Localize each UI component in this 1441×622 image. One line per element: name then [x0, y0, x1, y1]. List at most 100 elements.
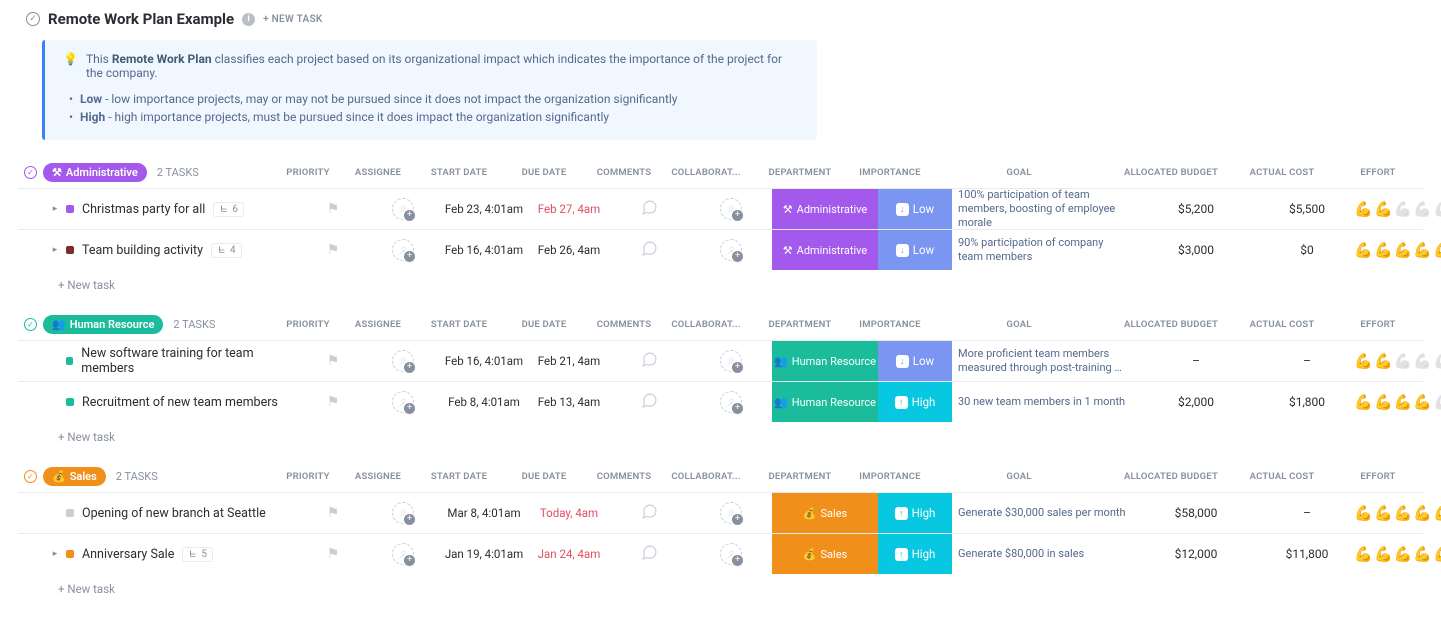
- assignee-add-icon[interactable]: [720, 239, 742, 261]
- due-date[interactable]: Feb 27, 4am: [530, 189, 608, 229]
- col-priority[interactable]: PRIORITY: [273, 319, 343, 330]
- status-square[interactable]: [66, 205, 74, 213]
- assignee-add-icon[interactable]: [392, 543, 414, 565]
- priority-flag-icon[interactable]: ⚑: [327, 242, 340, 258]
- cost-value[interactable]: $5,500: [1256, 189, 1358, 229]
- col-comments[interactable]: COMMENTS: [583, 319, 665, 330]
- list-status-circle[interactable]: ✓: [26, 12, 40, 26]
- due-date[interactable]: Feb 26, 4am: [530, 230, 608, 270]
- task-row[interactable]: ▸ Anniversary Sale 5 ⚑ Jan 19, 4:01am Ja…: [18, 533, 1423, 574]
- assignee-add-icon[interactable]: [392, 350, 414, 372]
- subtask-count[interactable]: 6: [213, 202, 244, 217]
- col-department[interactable]: DEPARTMENT: [747, 167, 853, 178]
- due-date[interactable]: Today, 4am: [530, 493, 608, 533]
- goal-text[interactable]: Generate $80,000 in sales: [952, 534, 1136, 574]
- assignee-add-icon[interactable]: [720, 350, 742, 372]
- col-comments[interactable]: COMMENTS: [583, 471, 665, 482]
- priority-flag-icon[interactable]: ⚑: [327, 505, 340, 521]
- status-square[interactable]: [66, 509, 74, 517]
- col-effort[interactable]: EFFORT: [1333, 167, 1423, 178]
- start-date[interactable]: Feb 16, 4:01am: [438, 341, 530, 381]
- comment-icon[interactable]: [641, 544, 658, 564]
- group-chip[interactable]: ⚒Administrative: [43, 163, 147, 182]
- budget-value[interactable]: $3,000: [1136, 230, 1256, 270]
- status-square[interactable]: [66, 246, 74, 254]
- task-name[interactable]: Anniversary Sale: [82, 547, 174, 562]
- effort-value[interactable]: 💪💪💪💪💪: [1354, 393, 1441, 411]
- task-name[interactable]: Christmas party for all: [82, 202, 205, 217]
- assignee-add-icon[interactable]: [720, 502, 742, 524]
- department-chip[interactable]: 👥Human Resource: [772, 341, 878, 381]
- task-row[interactable]: ▸ Team building activity 4 ⚑ Feb 16, 4:0…: [18, 229, 1423, 270]
- expand-caret-icon[interactable]: ▸: [52, 549, 58, 559]
- col-priority[interactable]: PRIORITY: [273, 167, 343, 178]
- goal-text[interactable]: More proficient team members measured th…: [952, 341, 1136, 381]
- expand-caret-icon[interactable]: ▸: [52, 245, 58, 255]
- task-name[interactable]: Recruitment of new team members: [82, 395, 278, 410]
- expand-caret-icon[interactable]: ▸: [52, 204, 58, 214]
- status-square[interactable]: [66, 550, 74, 558]
- col-effort[interactable]: EFFORT: [1333, 319, 1423, 330]
- effort-value[interactable]: 💪💪💪💪💪: [1354, 352, 1441, 370]
- col-budget[interactable]: ALLOCATED BUDGET: [1111, 471, 1231, 482]
- status-square[interactable]: [66, 398, 74, 406]
- group-chip[interactable]: 💰Sales: [43, 467, 106, 486]
- start-date[interactable]: Mar 8, 4:01am: [438, 493, 530, 533]
- new-task-row[interactable]: + New task: [18, 270, 1423, 300]
- department-chip[interactable]: ⚒Administrative: [772, 189, 878, 229]
- col-assignee[interactable]: ASSIGNEE: [343, 167, 413, 178]
- col-start-date[interactable]: START DATE: [413, 319, 505, 330]
- col-assignee[interactable]: ASSIGNEE: [343, 471, 413, 482]
- comment-icon[interactable]: [641, 199, 658, 219]
- assignee-add-icon[interactable]: [720, 198, 742, 220]
- goal-text[interactable]: 100% participation of team members, boos…: [952, 189, 1136, 229]
- budget-value[interactable]: $58,000: [1136, 493, 1256, 533]
- group-chip[interactable]: 👥Human Resource: [43, 315, 163, 334]
- group-collapse-icon[interactable]: ✓: [24, 318, 37, 331]
- new-task-row[interactable]: + New task: [18, 574, 1423, 604]
- start-date[interactable]: Feb 23, 4:01am: [438, 189, 530, 229]
- col-budget[interactable]: ALLOCATED BUDGET: [1111, 167, 1231, 178]
- effort-value[interactable]: 💪💪💪💪💪: [1354, 545, 1441, 563]
- cost-value[interactable]: $1,800: [1256, 382, 1358, 422]
- department-chip[interactable]: ⚒Administrative: [772, 230, 878, 270]
- importance-chip[interactable]: ↑High: [878, 382, 952, 422]
- goal-text[interactable]: 30 new team members in 1 month: [952, 382, 1136, 422]
- effort-value[interactable]: 💪💪💪💪💪: [1354, 504, 1441, 522]
- comment-icon[interactable]: [641, 240, 658, 260]
- col-due-date[interactable]: DUE DATE: [505, 319, 583, 330]
- group-collapse-icon[interactable]: ✓: [24, 470, 37, 483]
- assignee-add-icon[interactable]: [720, 543, 742, 565]
- col-comments[interactable]: COMMENTS: [583, 167, 665, 178]
- assignee-add-icon[interactable]: [392, 239, 414, 261]
- col-goal[interactable]: GOAL: [927, 167, 1111, 178]
- goal-text[interactable]: 90% participation of company team member…: [952, 230, 1136, 270]
- col-importance[interactable]: IMPORTANCE: [853, 471, 927, 482]
- col-due-date[interactable]: DUE DATE: [505, 471, 583, 482]
- col-priority[interactable]: PRIORITY: [273, 471, 343, 482]
- subtask-count[interactable]: 5: [182, 547, 213, 562]
- comment-icon[interactable]: [641, 503, 658, 523]
- assignee-add-icon[interactable]: [392, 502, 414, 524]
- importance-chip[interactable]: ↓Low: [878, 189, 952, 229]
- col-department[interactable]: DEPARTMENT: [747, 471, 853, 482]
- col-start-date[interactable]: START DATE: [413, 167, 505, 178]
- cost-value[interactable]: $0: [1256, 230, 1358, 270]
- due-date[interactable]: Feb 13, 4am: [530, 382, 608, 422]
- col-collaborators[interactable]: COLLABORAT...: [665, 167, 747, 178]
- importance-chip[interactable]: ↑High: [878, 534, 952, 574]
- goal-text[interactable]: Generate $30,000 sales per month: [952, 493, 1136, 533]
- col-budget[interactable]: ALLOCATED BUDGET: [1111, 319, 1231, 330]
- group-collapse-icon[interactable]: ✓: [24, 166, 37, 179]
- importance-chip[interactable]: ↓Low: [878, 230, 952, 270]
- due-date[interactable]: Feb 21, 4am: [530, 341, 608, 381]
- col-importance[interactable]: IMPORTANCE: [853, 319, 927, 330]
- department-chip[interactable]: 👥Human Resource: [772, 382, 878, 422]
- budget-value[interactable]: $2,000: [1136, 382, 1256, 422]
- cost-value[interactable]: –: [1256, 341, 1358, 381]
- task-row[interactable]: Opening of new branch at Seattle ⚑ Mar 8…: [18, 492, 1423, 533]
- task-row[interactable]: Recruitment of new team members ⚑ Feb 8,…: [18, 381, 1423, 422]
- assignee-add-icon[interactable]: [392, 198, 414, 220]
- start-date[interactable]: Feb 16, 4:01am: [438, 230, 530, 270]
- col-goal[interactable]: GOAL: [927, 319, 1111, 330]
